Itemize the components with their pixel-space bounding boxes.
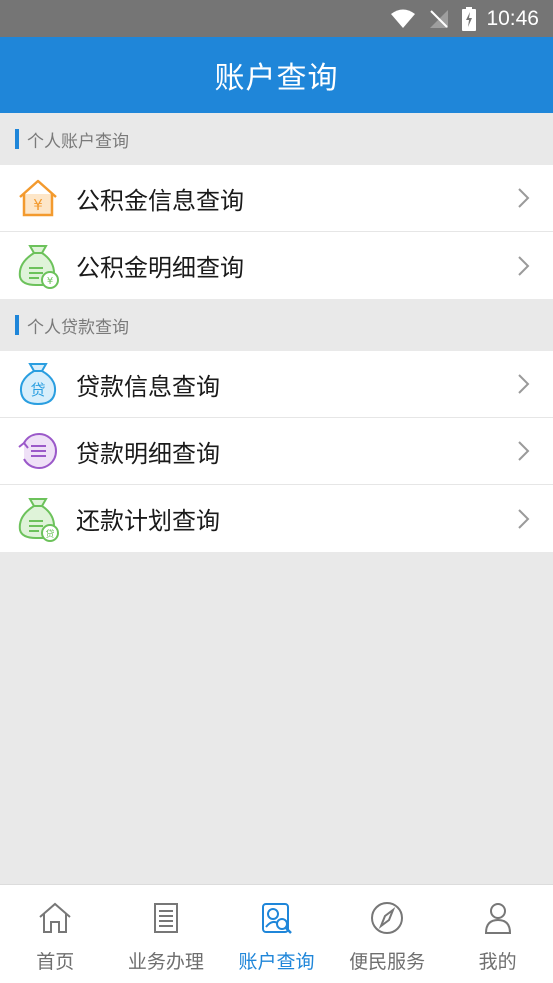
chevron-right-icon — [518, 374, 530, 394]
section-header-personal-account: 个人账户查询 — [0, 113, 553, 165]
battery-charging-icon — [462, 6, 477, 31]
compass-icon — [371, 902, 404, 934]
home-icon — [39, 902, 71, 933]
status-time: 10:46 — [486, 6, 539, 30]
tab-label: 首页 — [36, 951, 75, 973]
section-label: 个人账户查询 — [27, 131, 129, 152]
page-title: 账户查询 — [214, 61, 339, 96]
list-item-fund-info[interactable]: ¥ 公积金信息查询 — [0, 165, 553, 232]
section-header-personal-loan: 个人贷款查询 — [0, 299, 553, 351]
tab-account-query[interactable]: 账户查询 — [221, 885, 332, 983]
section-accent-bar — [15, 315, 19, 335]
list-item-label: 还款计划查询 — [76, 507, 220, 535]
personal-loan-list: 贷 贷款信息查询 贷款明细查询 贷 还款计划查询 — [0, 351, 553, 552]
wifi-icon — [390, 9, 416, 29]
tab-convenience[interactable]: 便民服务 — [332, 885, 443, 983]
tab-home[interactable]: 首页 — [0, 885, 111, 983]
loan-bag-icon: 贷 — [15, 361, 61, 407]
svg-text:¥: ¥ — [33, 196, 43, 214]
list-item-loan-info[interactable]: 贷 贷款信息查询 — [0, 351, 553, 418]
svg-text:贷: 贷 — [45, 528, 54, 540]
account-search-icon — [262, 903, 293, 934]
house-yen-icon: ¥ — [15, 175, 61, 221]
user-icon — [484, 903, 511, 934]
tab-mine[interactable]: 我的 — [442, 885, 553, 983]
list-item-fund-detail[interactable]: ¥ 公积金明细查询 — [0, 232, 553, 299]
repayment-bag-icon: 贷 — [15, 496, 61, 542]
bottom-tab-bar: 首页 业务办理 账户查询 便民服务 我的 — [0, 884, 553, 983]
content: 个人账户查询 ¥ 公积金信息查询 ¥ 公积金明细查询 个人贷款查询 贷 贷款信息… — [0, 113, 553, 552]
no-signal-icon — [428, 8, 450, 30]
chevron-right-icon — [518, 441, 530, 461]
loan-detail-list-icon — [15, 428, 61, 474]
svg-text:贷: 贷 — [30, 381, 45, 399]
tab-label: 账户查询 — [238, 951, 315, 973]
document-icon — [153, 903, 178, 933]
chevron-right-icon — [518, 188, 530, 208]
list-item-label: 贷款明细查询 — [76, 439, 220, 468]
tab-label: 我的 — [478, 951, 517, 973]
status-bar: 10:46 — [0, 0, 553, 37]
list-item-loan-detail[interactable]: 贷款明细查询 — [0, 418, 553, 485]
list-item-label: 贷款信息查询 — [76, 372, 220, 401]
section-accent-bar — [15, 129, 19, 149]
list-item-label: 公积金信息查询 — [76, 186, 244, 215]
money-bag-yen-icon: ¥ — [15, 243, 61, 289]
svg-text:¥: ¥ — [47, 276, 53, 287]
tab-label: 业务办理 — [127, 951, 204, 973]
tab-label: 便民服务 — [349, 951, 426, 973]
app-bar: 账户查询 — [0, 37, 553, 113]
personal-account-list: ¥ 公积金信息查询 ¥ 公积金明细查询 — [0, 165, 553, 299]
chevron-right-icon — [518, 508, 530, 529]
list-item-label: 公积金明细查询 — [76, 254, 244, 282]
tab-business[interactable]: 业务办理 — [111, 885, 222, 983]
section-label: 个人贷款查询 — [27, 317, 129, 338]
chevron-right-icon — [518, 255, 530, 276]
list-item-repayment-plan[interactable]: 贷 还款计划查询 — [0, 485, 553, 552]
